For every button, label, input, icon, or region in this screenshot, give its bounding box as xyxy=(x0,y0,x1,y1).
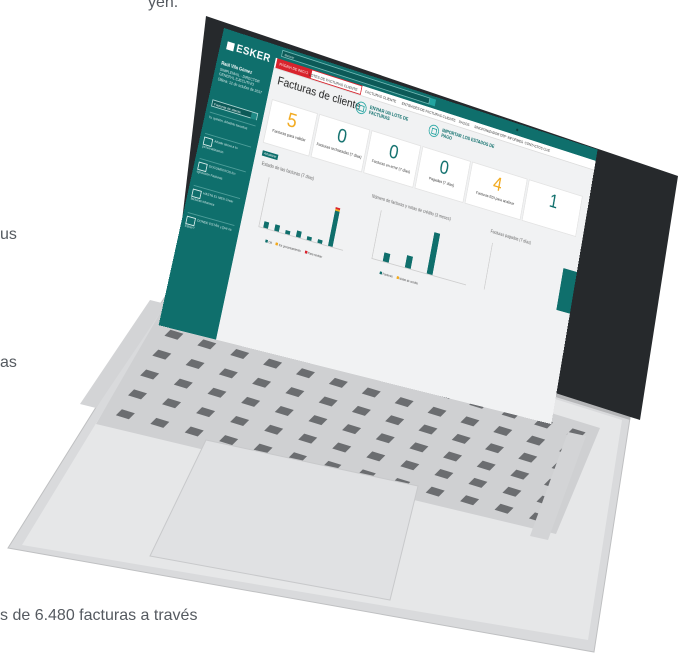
sidebar-item[interactable]: DOCUMENTOS En ejecución Facturas xyxy=(196,161,247,188)
chart-bar xyxy=(274,223,281,232)
import-icon xyxy=(427,123,440,139)
refresh-button[interactable]: Actualizar xyxy=(261,150,279,161)
user-info: Raúl Vila Gómez SIMPLEMAIL - DIRECTOR GE… xyxy=(217,61,268,96)
chart-title: Número de facturas y notas de crédito (3… xyxy=(371,193,452,223)
kpi-tile[interactable]: 0 Facturas rechazadas (7 días) xyxy=(310,113,371,173)
chart-title: Facturas pagadas (7 días) xyxy=(490,229,532,247)
kpi-tile[interactable]: 1 xyxy=(521,179,583,237)
chart-bar xyxy=(263,220,270,229)
sidebar-item[interactable]: Añade ahora a tu personalización xyxy=(202,136,252,163)
sidebar-item[interactable]: DONDE ESTÁS ¿Qué es Esker? xyxy=(184,215,235,242)
chart-title: Estado de las facturas (7 días) xyxy=(261,161,315,182)
chart-bar xyxy=(404,254,414,269)
chart-legend: Facturas Notas de crédito xyxy=(376,270,418,285)
chevron-down-icon[interactable] xyxy=(250,112,258,121)
kpi-tile[interactable]: 5 Facturas para validar xyxy=(262,98,318,157)
upload-icon xyxy=(354,100,368,116)
kpi-tile[interactable]: 4 Facturas EDI para analizar xyxy=(464,161,528,221)
chart-bar xyxy=(426,232,441,276)
sidebar-item[interactable]: HASTA EL MES Crear facturas informes xyxy=(190,188,241,214)
tab-pagos[interactable]: PAGOS xyxy=(458,117,470,130)
kpi-tile[interactable]: 0 Pagadas (7 días) xyxy=(414,146,471,204)
kpi-tile[interactable]: 0 Facturas en error (7 días) xyxy=(363,130,422,188)
chart-bar xyxy=(328,207,341,247)
search-icon[interactable] xyxy=(429,97,437,107)
esker-logo: ESKER xyxy=(226,39,272,65)
camera-dot xyxy=(515,128,519,132)
chart-bar xyxy=(382,252,391,263)
chart-bar xyxy=(295,230,302,238)
